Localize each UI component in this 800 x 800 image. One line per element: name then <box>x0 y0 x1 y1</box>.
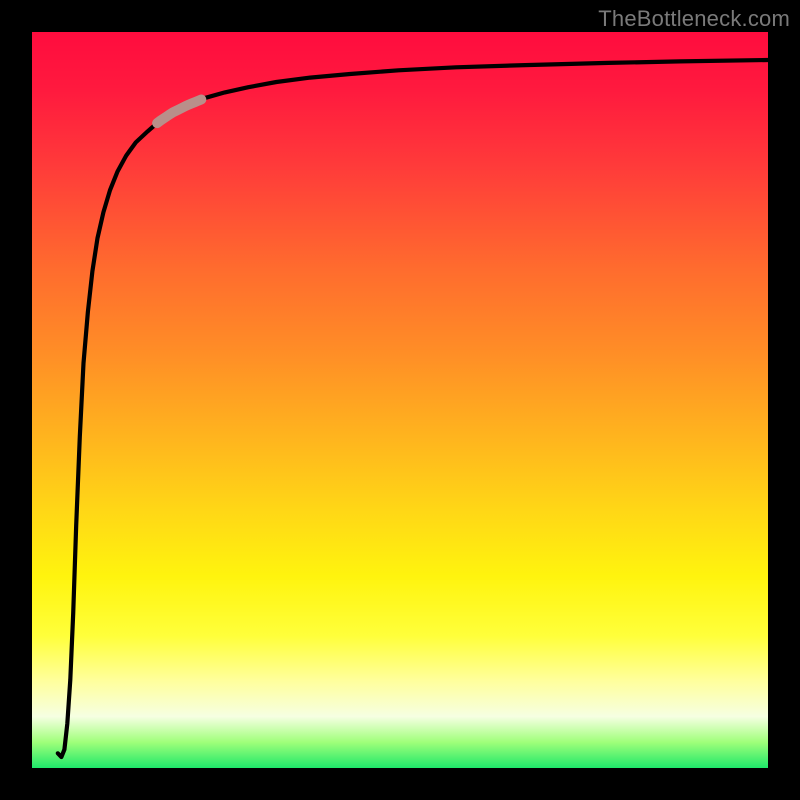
chart-frame: TheBottleneck.com <box>0 0 800 800</box>
bottleneck-curve <box>58 60 768 757</box>
curve-highlight <box>157 100 201 124</box>
curve-layer <box>32 32 768 768</box>
watermark-text: TheBottleneck.com <box>598 6 790 32</box>
